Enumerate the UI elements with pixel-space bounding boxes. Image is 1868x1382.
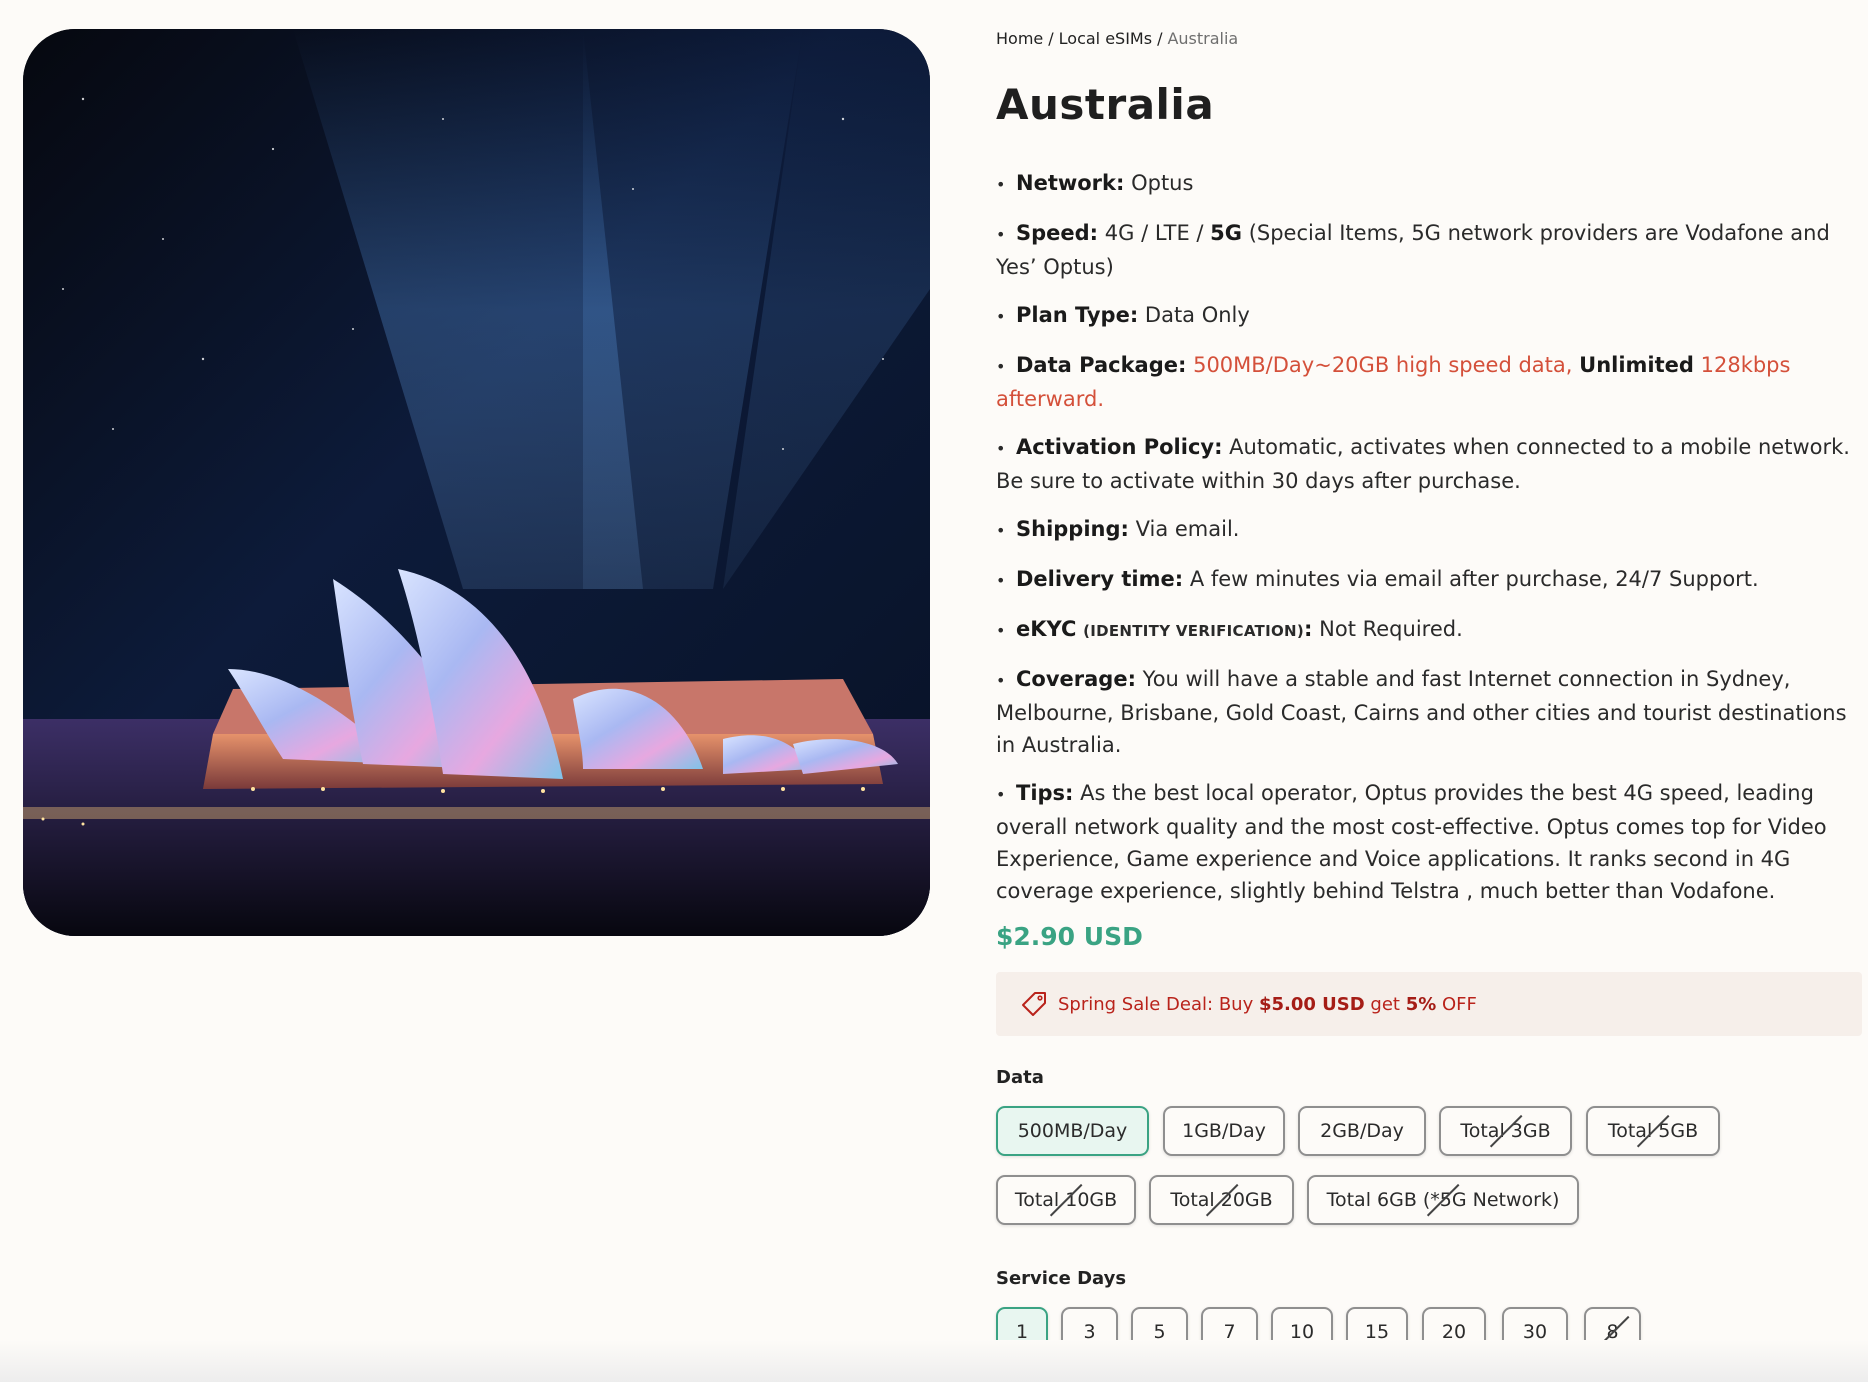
feature-speed: • Speed: 4G / LTE / 5G (Special Items, 5G…	[996, 221, 1830, 279]
feature-plan-type: • Plan Type: Data Only	[996, 303, 1250, 327]
data-option-total-6gb-5g[interactable]: Total 6GB (*5G Network)	[1307, 1175, 1579, 1225]
data-option-total-20gb[interactable]: Total 20GB	[1149, 1175, 1294, 1225]
product-image	[23, 29, 930, 936]
sale-deal-text: Spring Sale Deal: Buy $5.00 USD get 5% O…	[1058, 993, 1477, 1015]
opera-house-illustration	[23, 29, 930, 936]
feature-network: • Network: Optus	[996, 171, 1194, 195]
data-section-label: Data	[996, 1067, 1044, 1088]
data-option-total-5gb[interactable]: Total 5GB	[1586, 1106, 1720, 1156]
breadcrumb-separator: /	[1157, 29, 1163, 48]
feature-activation-policy: • Activation Policy: Automatic, activates…	[996, 435, 1850, 493]
data-option-1gb-day[interactable]: 1GB/Day	[1163, 1106, 1285, 1156]
feature-coverage: • Coverage: You will have a stable and fa…	[996, 667, 1847, 757]
breadcrumb: Home / Local eSIMs / Australia	[996, 29, 1238, 48]
breadcrumb-separator: /	[1048, 29, 1054, 48]
service-days-label: Service Days	[996, 1268, 1127, 1289]
feature-data-package: • Data Package: 500MB/Day~20GB high speed…	[996, 353, 1791, 411]
data-option-total-3gb[interactable]: Total 3GB	[1439, 1106, 1572, 1156]
feature-shipping: • Shipping: Via email.	[996, 517, 1240, 541]
page-title: Australia	[996, 80, 1215, 129]
breadcrumb-current: Australia	[1167, 29, 1239, 48]
data-option-2gb-day[interactable]: 2GB/Day	[1298, 1106, 1426, 1156]
sale-deal-banner: Spring Sale Deal: Buy $5.00 USD get 5% O…	[996, 972, 1862, 1036]
data-option-500mb-day[interactable]: 500MB/Day	[996, 1106, 1149, 1156]
feature-tips: • Tips: As the best local operator, Optus…	[996, 781, 1827, 903]
data-option-total-10gb[interactable]: Total 10GB	[996, 1175, 1136, 1225]
feature-ekyc: • eKYC (IDENTITY VERIFICATION): Not Requi…	[996, 617, 1463, 641]
page-bottom-shadow	[0, 1340, 1868, 1382]
breadcrumb-local-esims[interactable]: Local eSIMs	[1059, 29, 1152, 48]
feature-list: • Network: Optus • Speed: 4G / LTE / 5G (S…	[996, 167, 1858, 923]
price-tag-icon	[1022, 992, 1046, 1016]
breadcrumb-home[interactable]: Home	[996, 29, 1043, 48]
price: $2.90 USD	[996, 922, 1143, 951]
feature-delivery-time: • Delivery time: A few minutes via email …	[996, 567, 1759, 591]
